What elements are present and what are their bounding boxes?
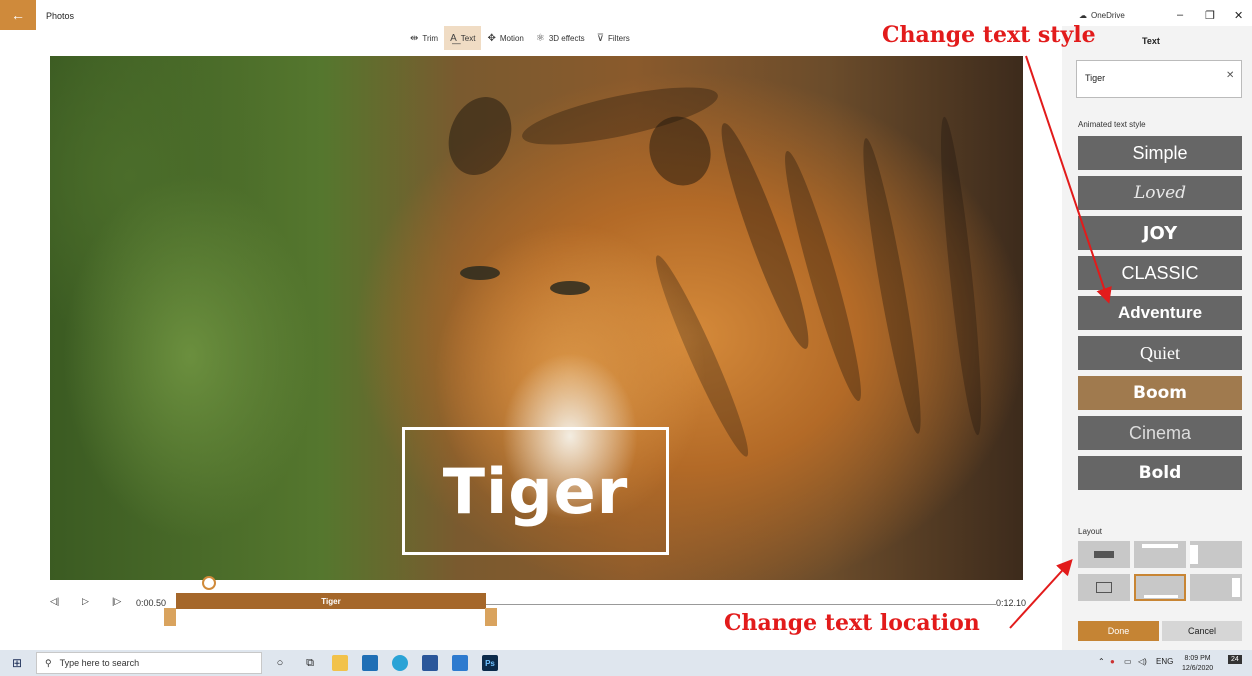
onedrive-button[interactable]: ☁ OneDrive <box>1079 11 1125 20</box>
text-clip-range[interactable]: Tiger <box>176 593 486 609</box>
cortana-icon[interactable]: ○ <box>272 655 288 671</box>
word-icon[interactable] <box>422 655 438 671</box>
editor-toolbar: ⇹ Trim A͟ Text ✥ Motion ⚛ 3D effects ⊽ F… <box>404 26 636 50</box>
text-style-list: Simple Loved JOY CLASSIC Adventure Quiet… <box>1078 136 1242 504</box>
layout-right-option[interactable] <box>1190 574 1242 601</box>
task-view-icon[interactable]: ⧉ <box>302 655 318 671</box>
style-cinema[interactable]: Cinema <box>1078 416 1242 450</box>
store-icon[interactable] <box>362 655 378 671</box>
trim-button[interactable]: ⇹ Trim <box>404 26 444 50</box>
text-overlay-box[interactable]: Tiger <box>402 427 669 555</box>
layout-label: Layout <box>1078 527 1103 536</box>
filters-icon: ⊽ <box>596 32 605 44</box>
layout-side-option[interactable] <box>1190 541 1242 568</box>
text-input-field[interactable]: Tiger <box>1076 60 1242 98</box>
arrow-left-icon: ← <box>11 7 25 23</box>
clip-end-handle[interactable] <box>485 608 497 626</box>
style-loved[interactable]: Loved <box>1078 176 1242 210</box>
clip-start-handle[interactable] <box>164 608 176 626</box>
restore-button[interactable]: ❐ <box>1205 9 1215 22</box>
3d-effects-icon: ⚛ <box>535 32 545 44</box>
text-button[interactable]: A͟ Text <box>444 26 482 50</box>
layout-top-option[interactable] <box>1134 541 1186 568</box>
3d-effects-button[interactable]: ⚛ 3D effects <box>530 26 591 50</box>
close-button[interactable]: ✕ <box>1234 9 1243 22</box>
current-time: 0:00.50 <box>136 598 167 608</box>
style-classic[interactable]: CLASSIC <box>1078 256 1242 290</box>
layout-bottom-option[interactable] <box>1134 574 1186 601</box>
style-quiet[interactable]: Quiet <box>1078 336 1242 370</box>
previous-frame-icon[interactable]: ◁| <box>50 596 59 607</box>
next-frame-icon[interactable]: |▷ <box>112 596 121 607</box>
search-icon: ⚲ <box>45 657 52 668</box>
end-time: 0:12.10 <box>996 598 1027 608</box>
file-explorer-icon[interactable] <box>332 655 348 671</box>
photos-icon[interactable] <box>452 655 468 671</box>
annotation-style: Change text style <box>882 22 1096 48</box>
photos-app-window: ← Photos ⇹ Trim A͟ Text ✥ Motion ⚛ 3D ef… <box>0 0 1252 676</box>
layout-options <box>1078 541 1242 603</box>
edge-icon[interactable] <box>392 655 408 671</box>
taskbar-clock[interactable]: 8:09 PM 12/6/2020 <box>1182 654 1213 674</box>
app-title: Photos <box>46 11 75 21</box>
style-bold[interactable]: Bold <box>1078 456 1242 490</box>
tray-app-icon[interactable]: ● <box>1110 657 1115 666</box>
filters-button[interactable]: ⊽ Filters <box>591 26 636 50</box>
language-indicator[interactable]: ENG <box>1156 657 1173 666</box>
windows-start-icon[interactable]: ⊞ <box>12 656 22 670</box>
layout-center-option[interactable] <box>1078 541 1130 568</box>
text-icon: A͟ <box>450 32 457 44</box>
layout-box-option[interactable] <box>1078 574 1130 601</box>
network-icon[interactable]: ▭ <box>1124 657 1132 666</box>
done-button[interactable]: Done <box>1078 621 1159 641</box>
cancel-button[interactable]: Cancel <box>1162 621 1242 641</box>
minimize-button[interactable]: – <box>1177 9 1183 21</box>
motion-icon: ✥ <box>487 32 496 44</box>
style-joy[interactable]: JOY <box>1078 216 1242 250</box>
panel-title: Text <box>1142 36 1160 46</box>
volume-icon[interactable]: ◁) <box>1138 657 1147 666</box>
style-adventure[interactable]: Adventure <box>1078 296 1242 330</box>
taskbar-search[interactable]: ⚲ Type here to search <box>36 652 262 674</box>
style-simple[interactable]: Simple <box>1078 136 1242 170</box>
play-icon[interactable]: ▷ <box>82 596 89 607</box>
video-preview: Tiger <box>50 56 1023 580</box>
notification-icon[interactable]: 24 <box>1228 655 1242 664</box>
trim-icon: ⇹ <box>410 32 419 44</box>
annotation-location: Change text location <box>724 610 980 636</box>
motion-button[interactable]: ✥ Motion <box>481 26 529 50</box>
text-overlay: Tiger <box>442 454 629 528</box>
windows-taskbar: ⊞ ⚲ Type here to search ○ ⧉ Ps ⌃ ● ▭ ◁) … <box>0 650 1252 676</box>
photoshop-icon[interactable]: Ps <box>482 655 498 671</box>
clear-text-icon[interactable]: ✕ <box>1226 70 1234 81</box>
back-button[interactable]: ← <box>0 0 36 30</box>
tray-chevron-icon[interactable]: ⌃ <box>1098 657 1105 666</box>
playhead-knob[interactable] <box>202 576 216 590</box>
cloud-icon: ☁ <box>1079 11 1087 20</box>
style-boom[interactable]: Boom <box>1078 376 1242 410</box>
animated-style-label: Animated text style <box>1078 120 1146 129</box>
